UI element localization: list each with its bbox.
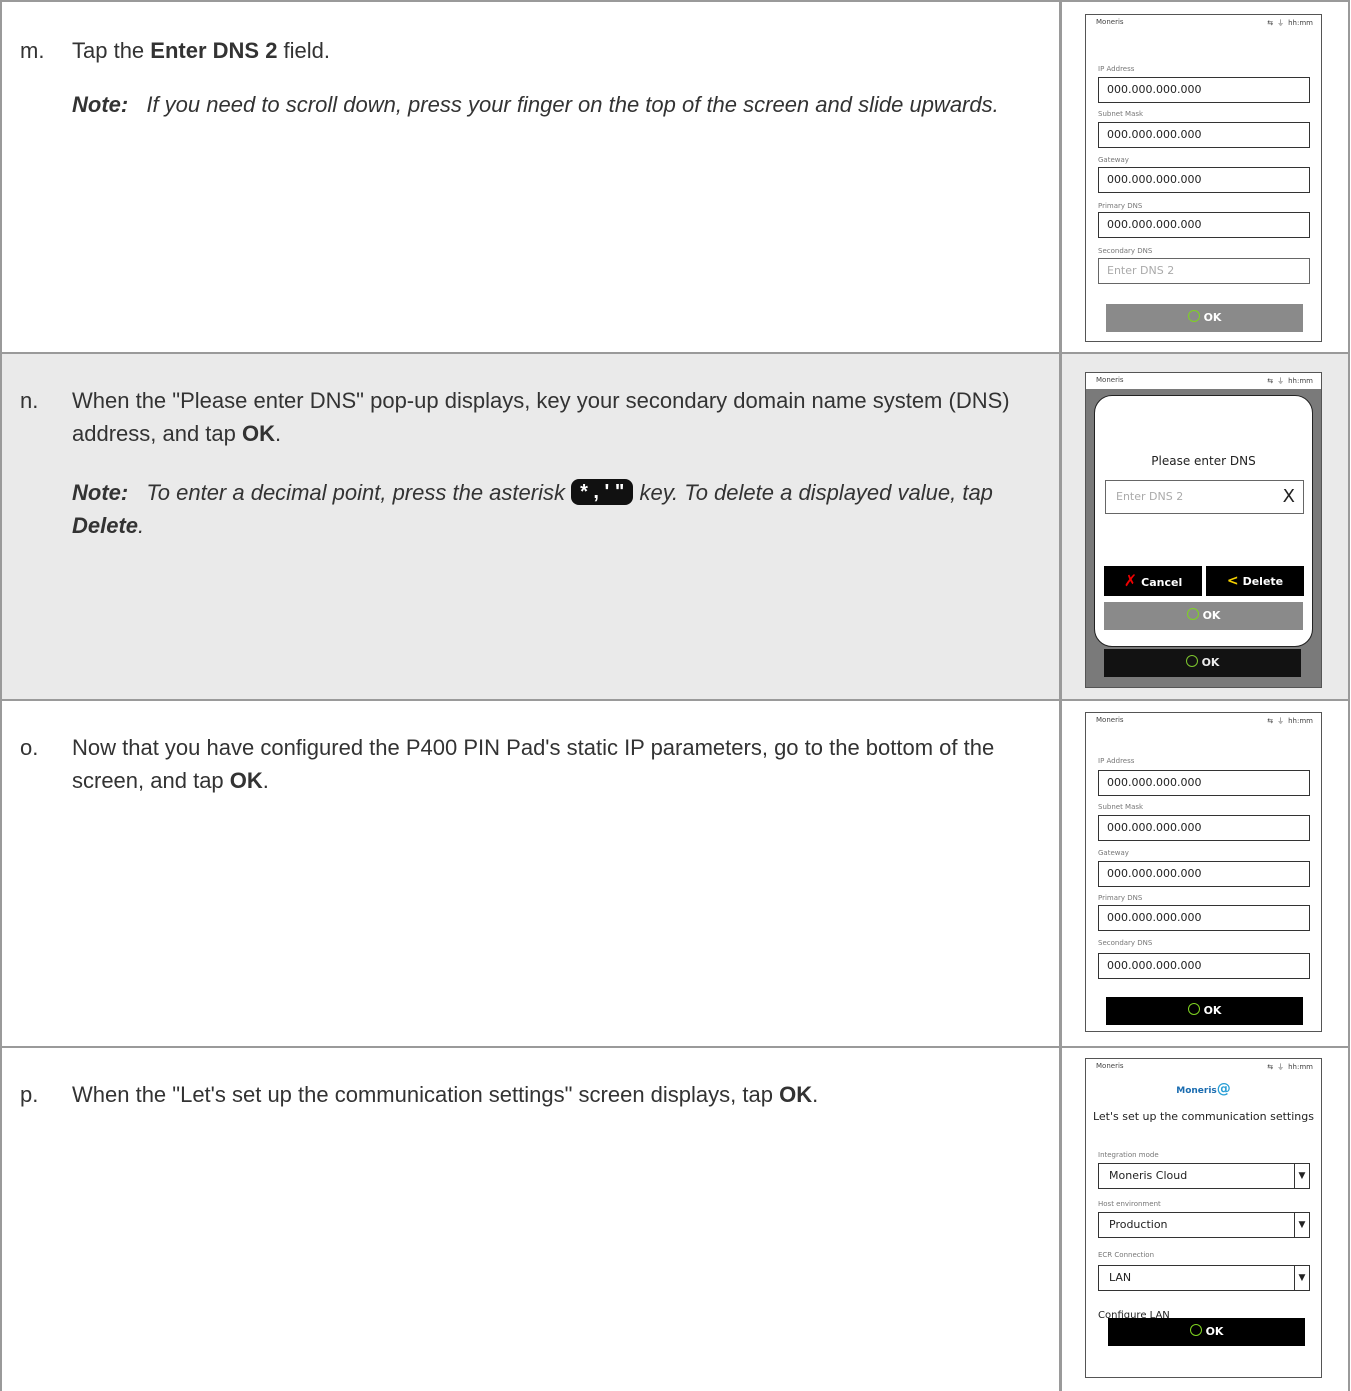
circle-icon xyxy=(1185,655,1198,667)
popup-dns-input[interactable]: Enter DNS 2X xyxy=(1105,480,1304,514)
circle-icon xyxy=(1187,1003,1200,1015)
device-screen-ip-complete: Moneris ⇆ ⏚ hh:mm IP Address 000.000.000.0… xyxy=(1085,712,1322,1032)
step-letter: o. xyxy=(20,735,39,760)
device-screen-dns-popup: Moneris ⇆ ⏚ hh:mm OK Please enter DNS Ente… xyxy=(1085,372,1322,688)
ok-button[interactable]: OK xyxy=(1108,1318,1305,1346)
integration-mode-select[interactable]: Moneris Cloud ▼ xyxy=(1098,1163,1310,1189)
status-bar: Moneris ⇆ ⏚ hh:mm xyxy=(1096,716,1313,725)
popup-title: Please enter DNS xyxy=(1151,454,1256,468)
circle-icon xyxy=(1189,1324,1202,1336)
network-icon: ⇆ xyxy=(1267,19,1274,27)
ok-button-behind: OK xyxy=(1104,649,1301,677)
row-divider xyxy=(0,1046,1350,1048)
circle-icon xyxy=(1186,608,1199,620)
gateway-field[interactable]: 000.000.000.000 xyxy=(1098,861,1310,887)
subnet-mask-field[interactable]: 000.000.000.000 xyxy=(1098,122,1310,148)
step-text: When the "Let's set up the communication… xyxy=(72,1082,819,1107)
clock: hh:mm xyxy=(1288,1063,1313,1071)
circle-icon xyxy=(1187,310,1200,322)
dropdown-arrow-icon: ▼ xyxy=(1294,1266,1309,1290)
row-divider xyxy=(0,352,1350,354)
popup-ok-button[interactable]: OK xyxy=(1104,602,1303,630)
clock: hh:mm xyxy=(1288,19,1313,27)
secondary-dns-field[interactable]: Enter DNS 2 xyxy=(1098,258,1310,284)
step-letter: n. xyxy=(20,388,39,413)
device-screen-comm-settings: Moneris ⇆ ⏚ hh:mm Moneris@ Let's set up th… xyxy=(1085,1058,1322,1378)
step-note: Note: To enter a decimal point, press th… xyxy=(72,479,993,538)
plug-icon: ⏚ xyxy=(1277,377,1285,385)
dropdown-arrow-icon: ▼ xyxy=(1294,1164,1309,1188)
host-environment-select[interactable]: Production ▼ xyxy=(1098,1212,1310,1238)
step-note: Note: If you need to scroll down, press … xyxy=(72,92,999,117)
primary-dns-field[interactable]: 000.000.000.000 xyxy=(1098,212,1310,238)
step-letter: p. xyxy=(20,1082,39,1107)
secondary-dns-field[interactable]: 000.000.000.000 xyxy=(1098,953,1310,979)
clock: hh:mm xyxy=(1288,717,1313,725)
asterisk-key-icon: * , ' " xyxy=(571,479,634,505)
step-text: Tap the Enter DNS 2 field. xyxy=(72,38,331,63)
ok-button[interactable]: OK xyxy=(1106,304,1303,332)
network-icon: ⇆ xyxy=(1267,377,1274,385)
moneris-logo: Moneris@ xyxy=(1176,1081,1231,1097)
clear-icon[interactable]: X xyxy=(1283,481,1295,513)
ip-address-field[interactable]: 000.000.000.000 xyxy=(1098,770,1310,796)
status-bar: Moneris ⇆ ⏚ hh:mm xyxy=(1096,376,1313,385)
dns-popup: Please enter DNS Enter DNS 2X ✗ Cancel < D… xyxy=(1094,395,1313,647)
clock: hh:mm xyxy=(1288,377,1313,385)
plug-icon: ⏚ xyxy=(1277,19,1285,27)
comm-heading: Let's set up the communication settings xyxy=(1092,1110,1314,1123)
cancel-button[interactable]: ✗ Cancel xyxy=(1104,566,1202,596)
step-text: When the "Please enter DNS" pop-up displ… xyxy=(72,388,1010,446)
plug-icon: ⏚ xyxy=(1277,1063,1285,1071)
status-bar: Moneris ⇆ ⏚ hh:mm xyxy=(1096,18,1313,27)
row-divider xyxy=(0,699,1350,701)
delete-button[interactable]: < Delete xyxy=(1206,566,1304,596)
dropdown-arrow-icon: ▼ xyxy=(1294,1213,1309,1237)
status-bar: Moneris ⇆ ⏚ hh:mm xyxy=(1096,1062,1313,1071)
step-letter: m. xyxy=(20,38,45,63)
x-icon: ✗ xyxy=(1123,571,1138,590)
ok-button[interactable]: OK xyxy=(1106,997,1303,1025)
network-icon: ⇆ xyxy=(1267,1063,1274,1071)
ip-address-field[interactable]: 000.000.000.000 xyxy=(1098,77,1310,103)
gateway-field[interactable]: 000.000.000.000 xyxy=(1098,167,1310,193)
swirl-icon: @ xyxy=(1216,1081,1231,1097)
plug-icon: ⏚ xyxy=(1277,717,1285,725)
column-divider xyxy=(1059,0,1062,1391)
step-text: Now that you have configured the P400 PI… xyxy=(72,735,995,793)
subnet-mask-field[interactable]: 000.000.000.000 xyxy=(1098,815,1310,841)
network-icon: ⇆ xyxy=(1267,717,1274,725)
device-screen-dns-form: Moneris ⇆ ⏚ hh:mm IP Address 000.000.000.0… xyxy=(1085,14,1322,342)
primary-dns-field[interactable]: 000.000.000.000 xyxy=(1098,905,1310,931)
ecr-connection-select[interactable]: LAN ▼ xyxy=(1098,1265,1310,1291)
chevron-left-icon: < xyxy=(1226,573,1239,589)
